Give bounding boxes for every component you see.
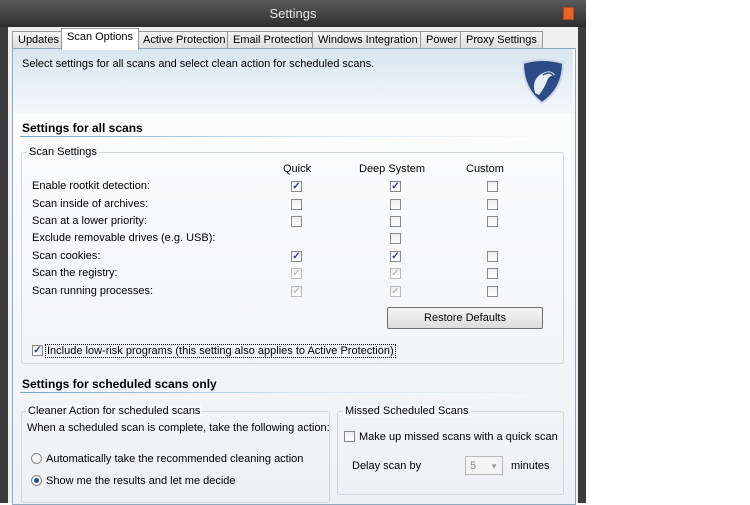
checkbox-quick[interactable] xyxy=(291,216,302,227)
option-label: Scan running processes: xyxy=(32,285,154,297)
checkbox-deep-system[interactable] xyxy=(390,216,401,227)
option-label: Exclude removable drives (e.g. USB): xyxy=(32,232,216,244)
delay-value: 5 xyxy=(470,460,477,472)
checkbox-deep-system[interactable]: ✓ xyxy=(390,181,401,192)
delay-unit: minutes xyxy=(511,460,550,472)
checkbox-custom[interactable] xyxy=(487,268,498,279)
checkbox-custom[interactable] xyxy=(487,251,498,262)
makeup-scan-checkbox[interactable] xyxy=(344,431,355,442)
checkbox-deep-system[interactable]: ✓ xyxy=(390,251,401,262)
cleaner-action-label: Cleaner Action for scheduled scans xyxy=(26,405,203,417)
option-label: Scan cookies: xyxy=(32,250,101,262)
tab-power[interactable]: Power xyxy=(420,31,464,49)
low-risk-label[interactable]: Include low-risk programs (this setting … xyxy=(45,344,396,358)
checkbox-custom[interactable] xyxy=(487,216,498,227)
cleaner-action-desc: When a scheduled scan is complete, take … xyxy=(27,422,330,434)
option-label: Scan at a lower priority: xyxy=(32,215,147,227)
restore-defaults-button[interactable]: Restore Defaults xyxy=(387,307,543,329)
column-deep-system: Deep System xyxy=(359,163,426,175)
checkbox-quick[interactable]: ✓ xyxy=(291,268,302,279)
title-bar: Settings xyxy=(0,0,586,27)
checkbox-deep-system[interactable]: ✓ xyxy=(390,286,401,297)
close-button[interactable] xyxy=(563,7,574,20)
banner-text: Select settings for all scans and select… xyxy=(22,58,375,70)
column-custom: Custom xyxy=(466,163,504,175)
makeup-scan-label[interactable]: Make up missed scans with a quick scan xyxy=(359,431,558,443)
option-label: Scan inside of archives: xyxy=(32,198,149,210)
column-quick: Quick xyxy=(283,163,312,175)
radio-auto-clean-label[interactable]: Automatically take the recommended clean… xyxy=(46,453,303,465)
divider xyxy=(20,136,560,137)
divider xyxy=(20,392,560,393)
checkbox-deep-system[interactable] xyxy=(390,233,401,244)
checkbox-custom[interactable] xyxy=(487,181,498,192)
checkbox-quick[interactable]: ✓ xyxy=(291,251,302,262)
checkbox-custom[interactable] xyxy=(487,286,498,297)
all-scans-heading: Settings for all scans xyxy=(22,121,143,135)
chevron-down-icon: ▼ xyxy=(490,462,498,471)
tab-active-protection[interactable]: Active Protection xyxy=(137,31,232,49)
tab-windows-integration[interactable]: Windows Integration xyxy=(312,31,424,49)
delay-select[interactable]: 5 ▼ xyxy=(465,456,503,475)
option-label: Scan the registry: xyxy=(32,267,118,279)
radio-auto-clean[interactable] xyxy=(31,453,42,464)
checkbox-quick[interactable]: ✓ xyxy=(291,286,302,297)
scheduled-heading: Settings for scheduled scans only xyxy=(22,377,217,391)
tab-email-protection[interactable]: Email Protection xyxy=(227,31,320,49)
checkbox-quick[interactable]: ✓ xyxy=(291,181,302,192)
missed-scans-label: Missed Scheduled Scans xyxy=(343,405,471,417)
checkbox-custom[interactable] xyxy=(487,199,498,210)
tab-updates[interactable]: Updates xyxy=(12,31,65,49)
missed-scans-group xyxy=(337,411,564,495)
delay-label: Delay scan by xyxy=(352,460,422,472)
checkbox-quick[interactable] xyxy=(291,199,302,210)
checkbox-deep-system[interactable] xyxy=(390,199,401,210)
tab-proxy-settings[interactable]: Proxy Settings xyxy=(460,31,543,49)
radio-show-results-label[interactable]: Show me the results and let me decide xyxy=(46,475,236,487)
scan-settings-label: Scan Settings xyxy=(27,146,99,158)
tab-scan-options[interactable]: Scan Options xyxy=(61,28,140,50)
shield-cobra-logo-icon xyxy=(521,59,565,105)
radio-show-results[interactable] xyxy=(31,475,42,486)
low-risk-checkbox[interactable]: ✓ xyxy=(32,345,43,356)
checkbox-deep-system[interactable]: ✓ xyxy=(390,268,401,279)
option-label: Enable rootkit detection: xyxy=(32,180,151,192)
